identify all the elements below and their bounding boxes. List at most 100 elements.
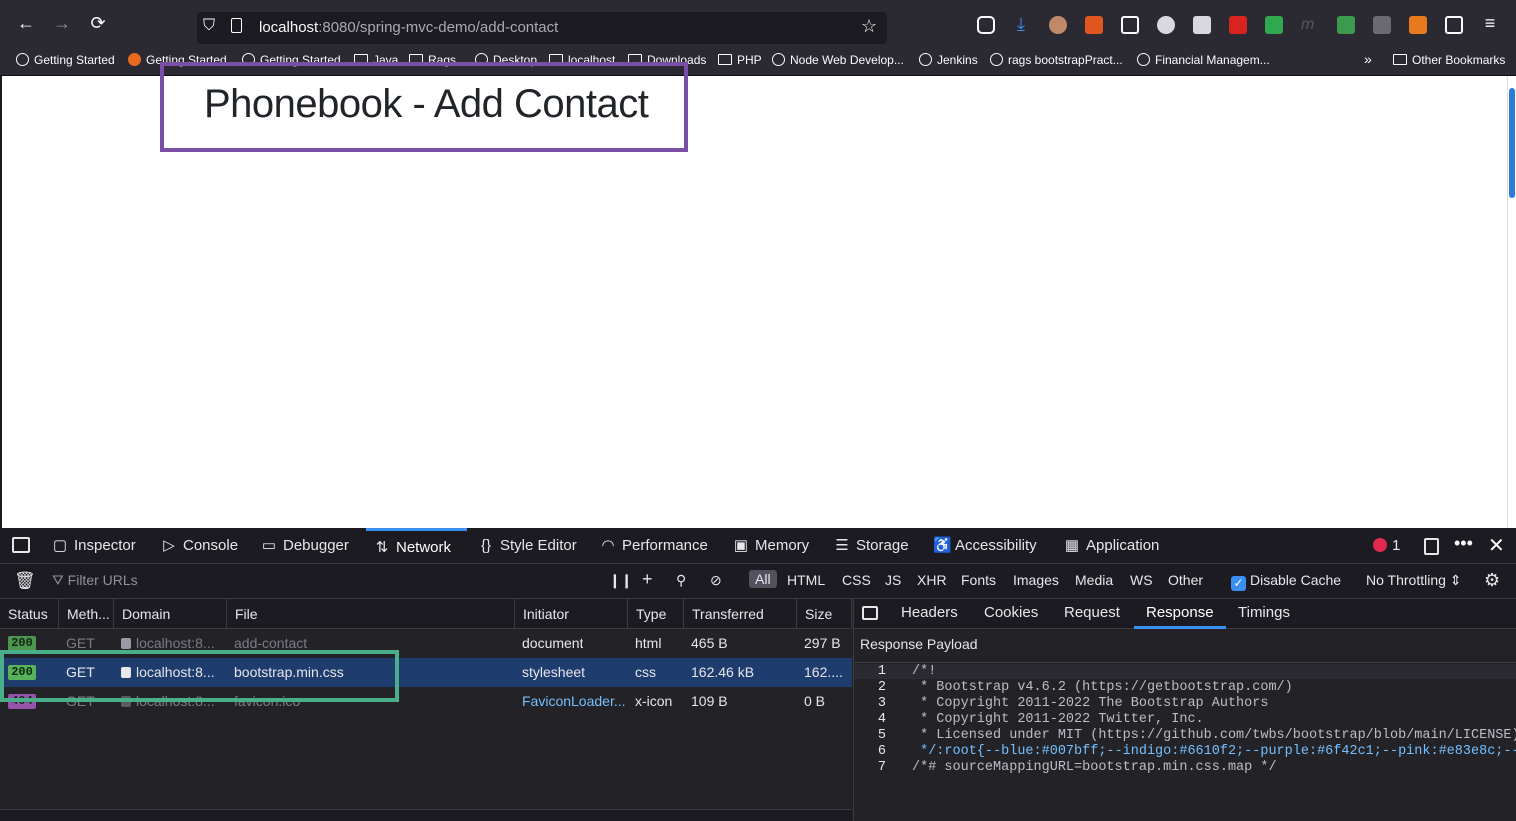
- tab-accessibility[interactable]: ♿ Accessibility: [933, 528, 1037, 564]
- extension-hat-icon[interactable]: [1373, 16, 1391, 34]
- trash-icon[interactable]: 🗑: [14, 571, 36, 591]
- console-icon: ▷: [163, 537, 175, 554]
- folder-icon: [1393, 54, 1407, 65]
- tab-label: Debugger: [283, 537, 349, 554]
- col-type[interactable]: Type: [628, 599, 684, 629]
- col-size[interactable]: Size: [797, 599, 852, 629]
- element-picker-icon[interactable]: [12, 537, 30, 553]
- pause-icon[interactable]: ❙❙: [609, 572, 632, 589]
- filter-urls-input[interactable]: ⛛ Filter URLs: [52, 572, 138, 589]
- tab-timings[interactable]: Timings: [1238, 599, 1290, 629]
- tab-performance[interactable]: ◠ Performance: [600, 528, 707, 564]
- initiator-cell: stylesheet: [522, 664, 586, 680]
- tab-network[interactable]: ⇅ Network: [366, 528, 467, 564]
- col-status[interactable]: Status: [0, 599, 59, 629]
- profile-avatar-icon[interactable]: [1049, 16, 1067, 34]
- request-table: Status Meth... Domain File Initiator Typ…: [0, 599, 852, 821]
- forward-arrow-icon[interactable]: →: [50, 11, 74, 35]
- filter-ws[interactable]: WS: [1130, 572, 1153, 588]
- address-bar[interactable]: ⛉ localhost:8080/spring-mvc-demo/add-con…: [197, 12, 887, 44]
- clipboard-icon[interactable]: [1121, 16, 1139, 34]
- initiator-link[interactable]: FaviconLoader...: [522, 687, 626, 716]
- menu-hamburger-icon[interactable]: ≡: [1478, 11, 1502, 35]
- filter-other[interactable]: Other: [1168, 572, 1203, 588]
- extension-m-icon[interactable]: m: [1301, 16, 1319, 34]
- page-scrollbar[interactable]: [1507, 76, 1516, 528]
- tab-response[interactable]: Response: [1134, 599, 1226, 629]
- bookmark-star-icon[interactable]: ☆: [861, 16, 877, 37]
- bookmark-item[interactable]: Jenkins: [919, 53, 978, 67]
- extension-ball-icon[interactable]: [1157, 16, 1175, 34]
- tab-request[interactable]: Request: [1064, 599, 1120, 629]
- responsive-design-icon[interactable]: [1424, 538, 1439, 555]
- scrollbar-thumb[interactable]: [1509, 88, 1515, 198]
- code-text: * Bootstrap v4.6.2 (https://getbootstrap…: [912, 680, 1293, 695]
- col-file[interactable]: File: [227, 599, 515, 629]
- filter-js[interactable]: JS: [885, 572, 901, 588]
- filter-html[interactable]: HTML: [787, 572, 825, 588]
- tab-label: Console: [183, 537, 239, 554]
- tab-storage[interactable]: ☰ Storage: [834, 528, 908, 564]
- other-bookmarks[interactable]: Other Bookmarks: [1393, 53, 1505, 67]
- style-editor-icon: {}: [480, 537, 492, 554]
- error-indicator[interactable]: 1: [1373, 528, 1400, 564]
- filter-all[interactable]: All: [749, 570, 777, 588]
- extension-red-icon[interactable]: [1229, 16, 1247, 34]
- memory-icon: ▣: [733, 537, 749, 554]
- performance-icon: ◠: [601, 537, 615, 554]
- extensions-puzzle-icon[interactable]: [1445, 16, 1463, 34]
- settings-gear-icon[interactable]: ⚙: [1484, 570, 1500, 591]
- tab-memory[interactable]: ▣ Memory: [733, 528, 809, 564]
- close-devtools-icon[interactable]: ✕: [1488, 533, 1505, 558]
- search-icon[interactable]: ⚲: [676, 572, 686, 589]
- filter-xhr[interactable]: XHR: [917, 572, 947, 588]
- more-options-icon[interactable]: •••: [1454, 533, 1473, 554]
- tab-style-editor[interactable]: {} Style Editor: [478, 528, 577, 564]
- extension-leaf-icon[interactable]: [1337, 16, 1355, 34]
- bookmark-item[interactable]: Financial Managem...: [1137, 53, 1270, 67]
- col-initiator[interactable]: Initiator: [515, 599, 628, 629]
- pocket-icon[interactable]: [977, 16, 995, 34]
- tab-console[interactable]: ▷ Console: [161, 528, 238, 564]
- col-domain[interactable]: Domain: [114, 599, 227, 629]
- tab-headers[interactable]: Headers: [901, 599, 958, 629]
- toggle-sidebar-icon[interactable]: [862, 606, 878, 620]
- filter-images[interactable]: Images: [1013, 572, 1059, 588]
- disable-cache-checkbox[interactable]: ✓ Disable Cache: [1231, 572, 1341, 591]
- line-number: 5: [877, 728, 886, 743]
- bookmarks-overflow-icon[interactable]: »: [1364, 51, 1372, 67]
- download-icon[interactable]: ⤓: [1012, 15, 1030, 34]
- bookmark-label: Node Web Develop...: [790, 53, 904, 67]
- tab-cookies[interactable]: Cookies: [984, 599, 1038, 629]
- status-badge: 200: [8, 636, 36, 651]
- back-arrow-icon[interactable]: ←: [14, 11, 38, 35]
- code-text: /*!: [912, 664, 937, 679]
- tab-application[interactable]: ▦ Application: [1064, 528, 1159, 564]
- extension-green-icon[interactable]: [1265, 16, 1283, 34]
- bookmark-item[interactable]: Node Web Develop...: [772, 53, 904, 67]
- bookmark-item[interactable]: PHP: [718, 53, 762, 67]
- bookmark-item[interactable]: rags bootstrapPract...: [990, 53, 1123, 67]
- heading-highlight-box: Phonebook - Add Contact: [160, 62, 688, 152]
- col-method[interactable]: Meth...: [59, 599, 114, 629]
- filter-media[interactable]: Media: [1075, 572, 1113, 588]
- col-transferred[interactable]: Transferred: [684, 599, 797, 629]
- filter-css[interactable]: CSS: [842, 572, 871, 588]
- shield-icon[interactable]: ⛉: [203, 17, 215, 35]
- block-icon[interactable]: ⊘: [710, 572, 722, 589]
- add-request-icon[interactable]: +: [642, 569, 653, 590]
- metamask-icon[interactable]: [1409, 16, 1427, 34]
- throttling-select[interactable]: No Throttling ⇕: [1366, 572, 1462, 589]
- line-number: 4: [877, 712, 886, 727]
- bookmark-item[interactable]: Getting Started: [16, 53, 115, 67]
- filter-fonts[interactable]: Fonts: [961, 572, 996, 588]
- reader-icon[interactable]: [1193, 16, 1211, 34]
- code-line: 4 * Copyright 2011-2022 Twitter, Inc.: [854, 712, 1204, 727]
- extension-orange-icon[interactable]: [1085, 16, 1103, 34]
- reload-icon[interactable]: ⟳: [86, 11, 110, 35]
- bookmark-label: PHP: [737, 53, 762, 67]
- globe-icon: [772, 53, 785, 66]
- tab-debugger[interactable]: ▭ Debugger: [261, 528, 349, 564]
- url-text[interactable]: localhost:8080/spring-mvc-demo/add-conta…: [259, 19, 558, 36]
- tab-inspector[interactable]: ▢ Inspector: [52, 528, 136, 564]
